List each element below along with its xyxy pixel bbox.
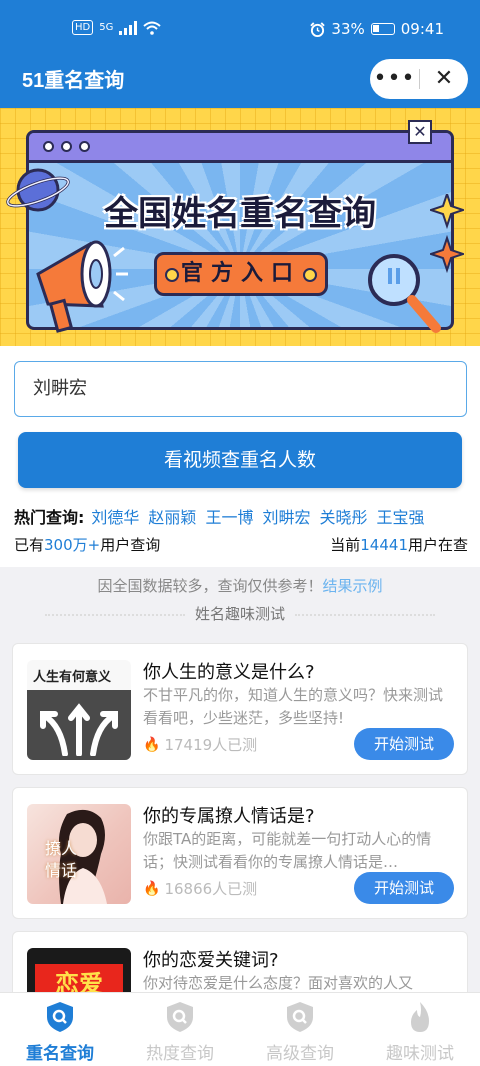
mini-program-capsule: ••• ✕ [370,59,468,99]
banner-window-bar [29,133,451,163]
battery-icon [370,23,395,35]
quiz-title: 你的专属撩人情话是? [143,806,315,827]
window-dot [79,141,90,152]
tab-bar: 重名查询 热度查询 高级查询 趣味测试 [0,992,480,1066]
quiz-title: 你的恋爱关键词? [143,950,279,971]
quiz-count: 🔥 17419人已测 [143,734,257,755]
current-users-count: 14441 [360,536,408,554]
total-users: 已有300万+用户查询 [14,534,160,555]
network-badge: 5G [99,22,114,33]
nav-bar: 51重名查询 ••• ✕ [0,48,480,108]
quiz-description: 不甘平凡的你，知道人生的意义吗？快来测试看看吧，少些迷茫，多些坚持! [143,686,444,727]
battery-percent: 33% [331,20,365,38]
status-right: 33% 09:41 [310,20,444,38]
hot-query-item[interactable]: 刘德华 [91,504,139,528]
wifi-icon [143,21,162,35]
tab-label: 高级查询 [266,1044,334,1064]
tab-label: 趣味测试 [386,1044,454,1064]
name-search-input[interactable]: 刘畊宏 [14,361,467,417]
quiz-card[interactable]: 撩人情话 你的专属撩人情话是? 你跟TA的距离，可能就差一句打动人心的情话；快测… [12,787,468,919]
section-title: 姓名趣味测试 [194,605,285,623]
search-button[interactable]: 看视频查重名人数 [18,432,462,488]
current-users-suffix: 用户在查 [407,536,468,554]
shield-search-icon [287,1002,313,1032]
quiz-count-text: 16866人已测 [164,880,258,898]
window-dot [61,141,72,152]
start-test-button[interactable]: 开始测试 [354,728,454,760]
current-users-prefix: 当前 [330,536,361,554]
page-title: 51重名查询 [22,70,125,92]
tab-advanced[interactable]: 高级查询 [240,993,360,1066]
banner-close-icon: ✕ [408,120,432,144]
close-button[interactable]: ✕ [420,59,468,99]
quiz-thumbnail: 撩人情话 [27,804,131,904]
banner-title: 全国姓名重名查询 [104,194,376,234]
hot-queries-label: 热门查询: [14,508,85,527]
flame-icon [411,1002,429,1032]
flame-icon: 🔥 [143,880,161,897]
result-example-link[interactable]: 结果示例 [323,577,383,595]
notice-text: 因全国数据较多，查询仅供参考！ [97,577,323,595]
window-dot [43,141,54,152]
thumb-caption: 撩人情话 [45,839,78,880]
start-test-button[interactable]: 开始测试 [354,872,454,904]
tab-popularity[interactable]: 热度查询 [120,993,240,1066]
hot-query-item[interactable]: 王一博 [205,504,253,528]
hot-query-item[interactable]: 王宝强 [376,504,424,528]
hot-query-item[interactable]: 赵丽颖 [148,504,196,528]
status-left: HD 5G [72,20,162,35]
current-users: 当前14441用户在查 [330,534,468,555]
total-users-suffix: 用户查询 [100,536,161,554]
tab-fun-test[interactable]: 趣味测试 [360,993,480,1066]
notice: 因全国数据较多，查询仅供参考！结果示例 [0,575,480,596]
tab-name-search[interactable]: 重名查询 [0,993,120,1066]
more-button[interactable]: ••• [370,59,419,99]
flame-icon: 🔥 [143,736,161,753]
status-bar: HD 5G 33% 09:41 [0,0,480,48]
signal-icon [119,20,138,35]
shield-search-icon [47,1002,73,1032]
quiz-count-text: 17419人已测 [164,736,258,754]
hot-query-item[interactable]: 刘畊宏 [262,504,310,528]
arrows-icon [40,703,118,756]
tab-label: 热度查询 [146,1044,214,1064]
quiz-count: 🔥 16866人已测 [143,878,257,899]
banner-subtitle: 官方入口 [154,252,328,296]
divider [44,613,185,616]
hot-queries: 热门查询: 刘德华 赵丽颖 王一博 刘畊宏 关晓彤 王宝强 [14,504,474,528]
total-users-prefix: 已有 [14,536,45,554]
divider [295,613,435,616]
megaphone-icon [36,240,128,333]
alarm-icon [310,21,326,37]
quiz-description: 你跟TA的距离，可能就差一句打动人心的情话；快测试看看你的专属撩人情话是… [143,830,432,871]
thumb-caption: 人生有何意义 [33,670,112,685]
hot-query-item[interactable]: 关晓彤 [319,504,367,528]
clock: 09:41 [400,20,444,38]
shield-search-icon [167,1002,193,1032]
hd-badge: HD [72,20,94,35]
quiz-card[interactable]: 人生有何意义 你人生的意义是什么? 不甘平凡的你，知道人生的意义吗？快来测试看看… [12,643,468,775]
quiz-thumbnail: 人生有何意义 [27,660,131,760]
tab-label: 重名查询 [26,1044,94,1064]
section-heading: 姓名趣味测试 [0,603,480,624]
banner[interactable]: ✕ 全国姓名重名查询 官方入口 [0,108,480,346]
quiz-title: 你人生的意义是什么? [143,662,315,683]
total-users-count: 300万+ [44,536,101,554]
